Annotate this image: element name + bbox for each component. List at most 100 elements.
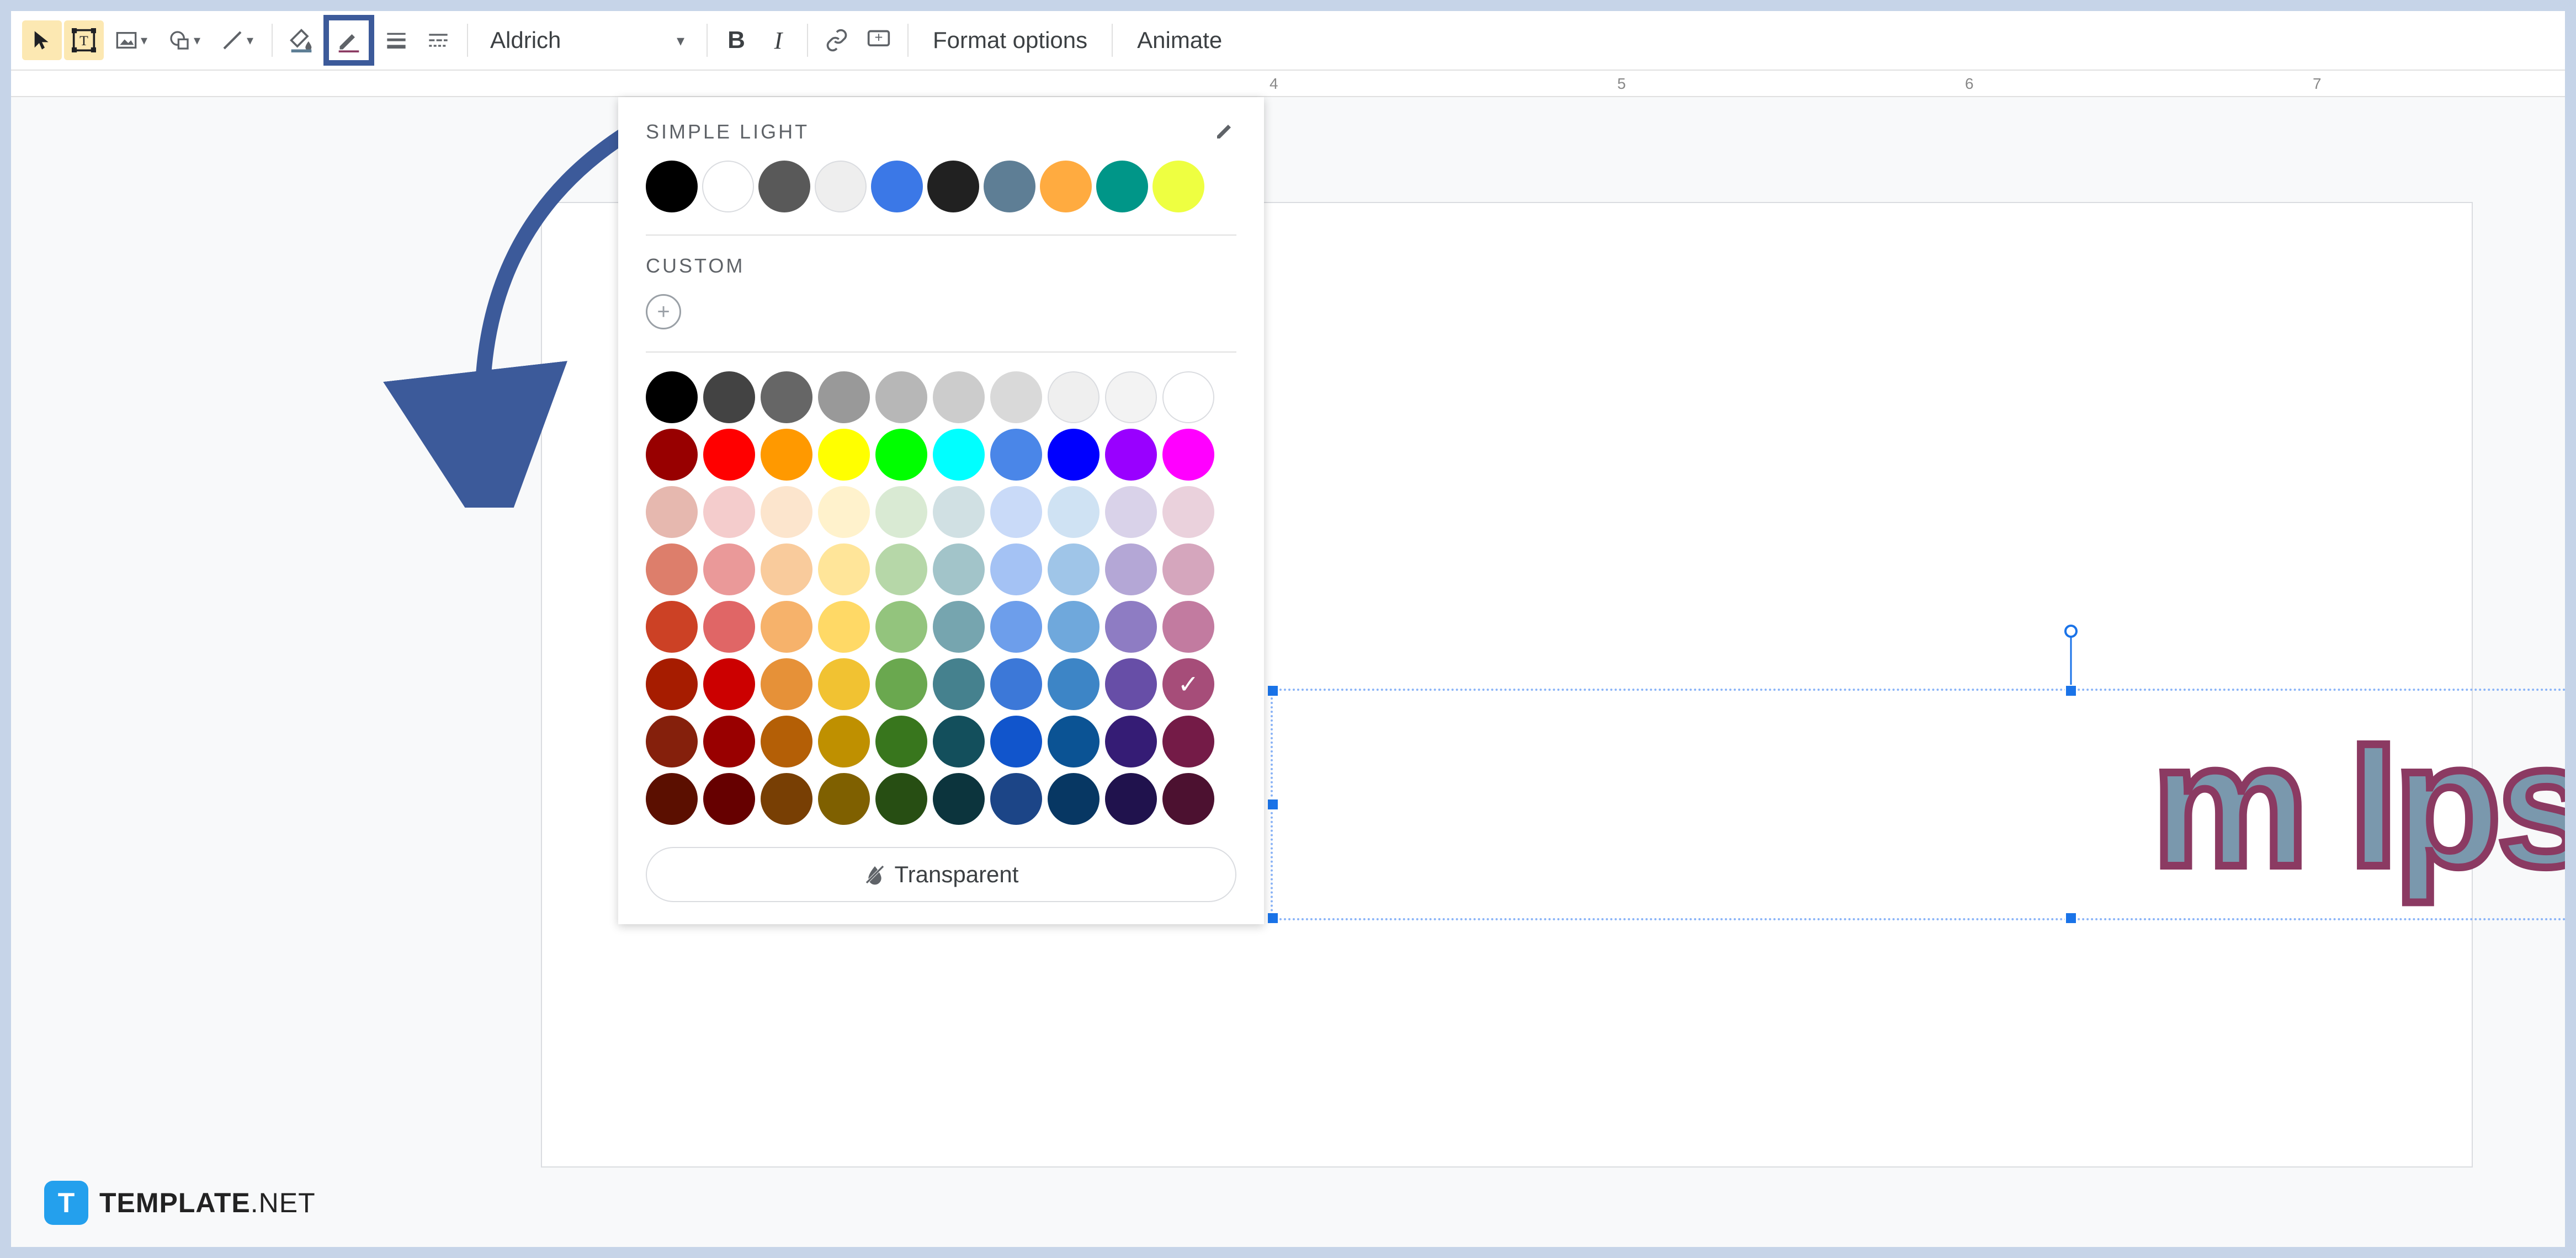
color-swatch[interactable] bbox=[1048, 371, 1100, 423]
color-swatch[interactable] bbox=[990, 773, 1042, 825]
color-swatch[interactable] bbox=[933, 601, 985, 653]
color-swatch[interactable] bbox=[646, 543, 698, 595]
color-swatch[interactable] bbox=[761, 716, 812, 767]
color-swatch[interactable] bbox=[1105, 371, 1157, 423]
color-swatch[interactable] bbox=[761, 486, 812, 538]
format-options-button[interactable]: Format options bbox=[917, 20, 1103, 60]
color-swatch[interactable] bbox=[1162, 429, 1214, 481]
color-swatch[interactable] bbox=[1048, 486, 1100, 538]
theme-color-swatch[interactable] bbox=[1096, 161, 1148, 212]
color-swatch[interactable] bbox=[818, 371, 870, 423]
theme-color-swatch[interactable] bbox=[702, 161, 754, 212]
color-swatch[interactable] bbox=[1048, 716, 1100, 767]
color-swatch[interactable] bbox=[933, 371, 985, 423]
color-swatch[interactable] bbox=[1048, 429, 1100, 481]
comment-button[interactable]: + bbox=[859, 20, 899, 60]
add-custom-color-button[interactable]: + bbox=[646, 294, 681, 329]
color-swatch[interactable] bbox=[1162, 716, 1214, 767]
color-swatch[interactable] bbox=[818, 658, 870, 710]
color-swatch[interactable] bbox=[703, 429, 755, 481]
color-swatch[interactable] bbox=[875, 601, 927, 653]
color-swatch[interactable] bbox=[990, 601, 1042, 653]
border-dash-button[interactable] bbox=[418, 20, 458, 60]
color-swatch[interactable] bbox=[1048, 658, 1100, 710]
theme-color-swatch[interactable] bbox=[1040, 161, 1092, 212]
color-swatch[interactable] bbox=[990, 658, 1042, 710]
theme-color-swatch[interactable] bbox=[927, 161, 979, 212]
color-swatch[interactable] bbox=[818, 773, 870, 825]
resize-handle-sw[interactable] bbox=[1267, 912, 1279, 924]
color-swatch[interactable] bbox=[1162, 773, 1214, 825]
color-swatch[interactable] bbox=[703, 716, 755, 767]
color-swatch[interactable] bbox=[933, 486, 985, 538]
color-swatch[interactable] bbox=[818, 486, 870, 538]
color-swatch[interactable] bbox=[933, 773, 985, 825]
resize-handle-n[interactable] bbox=[2065, 685, 2077, 697]
link-button[interactable] bbox=[817, 20, 857, 60]
color-swatch[interactable] bbox=[1048, 601, 1100, 653]
color-swatch[interactable] bbox=[646, 716, 698, 767]
color-swatch[interactable] bbox=[761, 658, 812, 710]
canvas-area[interactable]: m Ipsum bbox=[11, 97, 2565, 1247]
color-swatch[interactable] bbox=[761, 601, 812, 653]
resize-handle-s[interactable] bbox=[2065, 912, 2077, 924]
color-swatch[interactable] bbox=[1048, 773, 1100, 825]
color-swatch[interactable] bbox=[1162, 543, 1214, 595]
color-swatch[interactable] bbox=[703, 371, 755, 423]
font-select[interactable]: Aldrich ▾ bbox=[477, 20, 698, 60]
color-swatch[interactable] bbox=[703, 773, 755, 825]
color-swatch[interactable] bbox=[1162, 658, 1214, 710]
color-swatch[interactable] bbox=[1048, 543, 1100, 595]
animate-button[interactable]: Animate bbox=[1122, 20, 1237, 60]
color-swatch[interactable] bbox=[818, 429, 870, 481]
shape-tool-button[interactable]: ▾ bbox=[159, 20, 210, 60]
line-tool-button[interactable]: ▾ bbox=[212, 20, 263, 60]
theme-color-swatch[interactable] bbox=[815, 161, 867, 212]
color-swatch[interactable] bbox=[1105, 429, 1157, 481]
bold-button[interactable]: B bbox=[716, 20, 756, 60]
color-swatch[interactable] bbox=[703, 601, 755, 653]
color-swatch[interactable] bbox=[1105, 543, 1157, 595]
border-color-button[interactable] bbox=[323, 15, 374, 66]
color-swatch[interactable] bbox=[646, 773, 698, 825]
rotation-handle[interactable] bbox=[2064, 625, 2078, 638]
color-swatch[interactable] bbox=[875, 371, 927, 423]
color-swatch[interactable] bbox=[990, 543, 1042, 595]
wordart-selection-box[interactable]: m Ipsum bbox=[1271, 689, 2566, 920]
fill-color-button[interactable] bbox=[281, 20, 321, 60]
color-swatch[interactable] bbox=[646, 486, 698, 538]
transparent-button[interactable]: Transparent bbox=[646, 847, 1236, 902]
color-swatch[interactable] bbox=[761, 773, 812, 825]
color-swatch[interactable] bbox=[990, 486, 1042, 538]
color-swatch[interactable] bbox=[1162, 601, 1214, 653]
color-swatch[interactable] bbox=[703, 658, 755, 710]
resize-handle-nw[interactable] bbox=[1267, 685, 1279, 697]
color-swatch[interactable] bbox=[990, 429, 1042, 481]
theme-color-swatch[interactable] bbox=[871, 161, 923, 212]
color-swatch[interactable] bbox=[1105, 486, 1157, 538]
color-swatch[interactable] bbox=[646, 371, 698, 423]
color-swatch[interactable] bbox=[1105, 658, 1157, 710]
color-swatch[interactable] bbox=[933, 716, 985, 767]
color-swatch[interactable] bbox=[703, 543, 755, 595]
color-swatch[interactable] bbox=[933, 658, 985, 710]
color-swatch[interactable] bbox=[646, 601, 698, 653]
color-swatch[interactable] bbox=[875, 543, 927, 595]
color-swatch[interactable] bbox=[761, 371, 812, 423]
color-swatch[interactable] bbox=[761, 429, 812, 481]
color-swatch[interactable] bbox=[1105, 773, 1157, 825]
color-swatch[interactable] bbox=[875, 486, 927, 538]
resize-handle-w[interactable] bbox=[1267, 798, 1279, 811]
color-swatch[interactable] bbox=[875, 716, 927, 767]
image-tool-button[interactable]: ▾ bbox=[106, 20, 157, 60]
color-swatch[interactable] bbox=[875, 429, 927, 481]
select-tool-button[interactable] bbox=[22, 20, 62, 60]
color-swatch[interactable] bbox=[1105, 601, 1157, 653]
color-swatch[interactable] bbox=[1162, 486, 1214, 538]
color-swatch[interactable] bbox=[875, 658, 927, 710]
color-swatch[interactable] bbox=[646, 429, 698, 481]
color-swatch[interactable] bbox=[818, 601, 870, 653]
color-swatch[interactable] bbox=[703, 486, 755, 538]
color-swatch[interactable] bbox=[933, 429, 985, 481]
color-swatch[interactable] bbox=[761, 543, 812, 595]
